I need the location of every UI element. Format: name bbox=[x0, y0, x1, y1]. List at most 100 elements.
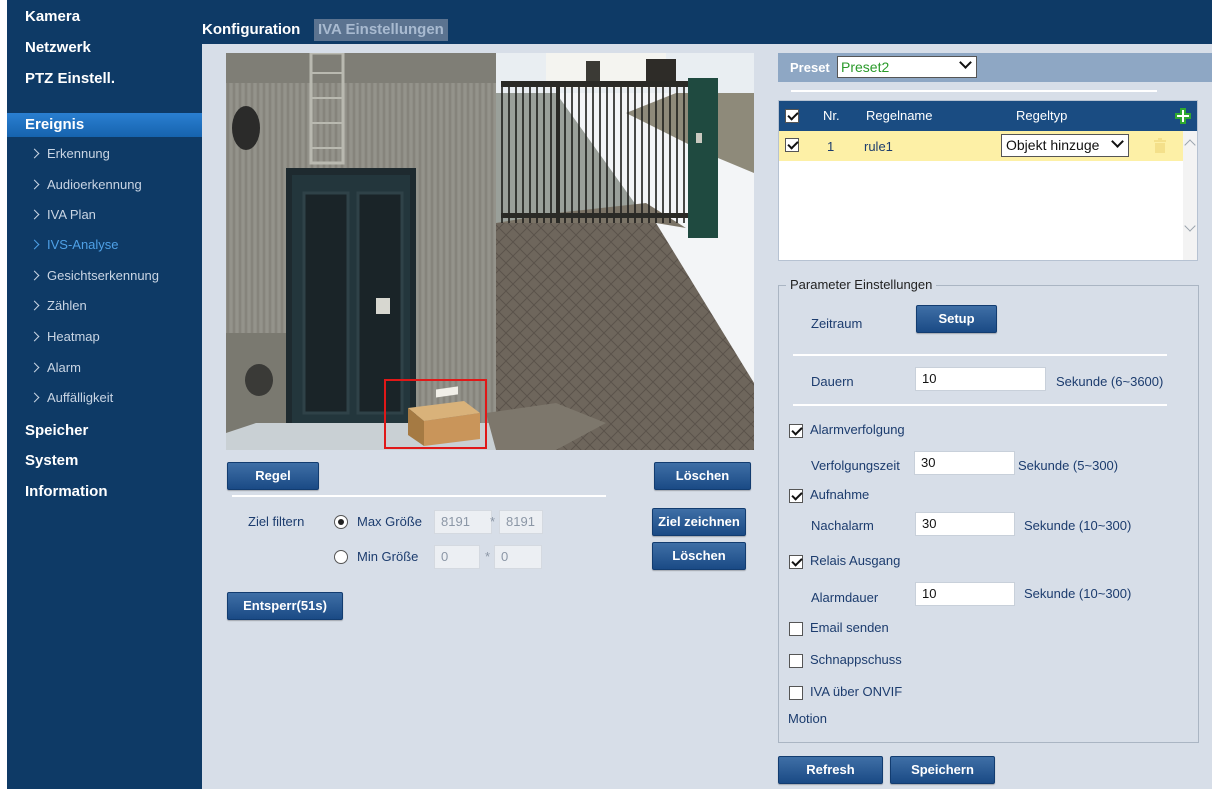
preset-select-value: Preset2 bbox=[841, 59, 890, 75]
sidebar-item-information[interactable]: Information bbox=[7, 477, 202, 507]
schnappschuss-checkbox[interactable] bbox=[789, 654, 803, 668]
alarmdauer-unit: Sekunde (10~300) bbox=[1024, 586, 1132, 601]
email-checkbox[interactable] bbox=[789, 622, 803, 636]
rule-table-header: Nr. Regelname Regeltyp bbox=[779, 101, 1197, 131]
max-width-input[interactable]: 8191 bbox=[434, 510, 492, 534]
sidebar-item-label: Ereignis bbox=[25, 116, 85, 133]
sidebar-item-system[interactable]: System bbox=[7, 446, 202, 476]
divider bbox=[791, 90, 1157, 92]
camera-view[interactable] bbox=[226, 53, 754, 450]
rule-table-scrollbar[interactable] bbox=[1183, 131, 1197, 260]
chevron-right-icon bbox=[29, 148, 40, 159]
max-height-input[interactable]: 8191 bbox=[499, 510, 543, 534]
alarmdauer-input[interactable]: 10 bbox=[915, 582, 1015, 606]
preset-label: Preset bbox=[790, 60, 830, 75]
chevron-right-icon bbox=[29, 209, 40, 220]
sidebar-item-ptz[interactable]: PTZ Einstell. bbox=[7, 64, 202, 94]
ziel-zeichnen-button[interactable]: Ziel zeichnen bbox=[652, 508, 746, 536]
alarmverfolgung-checkbox[interactable] bbox=[789, 424, 803, 438]
sidebar-item-netzwerk[interactable]: Netzwerk bbox=[7, 33, 202, 63]
sidebar-item-gesichtserkennung[interactable]: Gesichtserkennung bbox=[7, 263, 202, 289]
rule-checkbox[interactable] bbox=[785, 138, 799, 152]
scroll-up-icon[interactable] bbox=[1184, 139, 1196, 151]
sidebar-item-label: PTZ Einstell. bbox=[25, 70, 116, 87]
add-rule-icon[interactable] bbox=[1175, 108, 1191, 124]
verfolgungszeit-input[interactable]: 30 bbox=[914, 451, 1015, 475]
scroll-down-icon[interactable] bbox=[1184, 220, 1196, 232]
min-size-radio[interactable] bbox=[334, 550, 348, 564]
sidebar-item-label: IVA Plan bbox=[47, 207, 96, 222]
trash-icon[interactable] bbox=[1154, 138, 1166, 153]
camera-scene bbox=[226, 53, 754, 450]
ziel-filtern-label: Ziel filtern bbox=[248, 514, 305, 529]
preset-bar: Preset Preset2 bbox=[778, 53, 1212, 82]
sidebar-item-iva-plan[interactable]: IVA Plan bbox=[7, 202, 202, 228]
sidebar-nav: Kamera Netzwerk PTZ Einstell. Ereignis E… bbox=[7, 0, 202, 789]
refresh-button[interactable]: Refresh bbox=[778, 756, 883, 784]
select-all-checkbox[interactable] bbox=[785, 109, 799, 123]
sidebar-item-speicher[interactable]: Speicher bbox=[7, 416, 202, 446]
sidebar-item-zaehlen[interactable]: Zählen bbox=[7, 293, 202, 319]
sidebar-item-alarm[interactable]: Alarm bbox=[7, 355, 202, 381]
entsperr-button[interactable]: Entsperr(51s) bbox=[227, 592, 343, 620]
sidebar-item-ereignis[interactable]: Ereignis bbox=[7, 113, 202, 137]
sidebar-item-auffaelligkeit[interactable]: Auffälligkeit bbox=[7, 385, 202, 411]
regel-button[interactable]: Regel bbox=[227, 462, 319, 490]
tab-konfiguration[interactable]: Konfiguration bbox=[202, 19, 300, 41]
chevron-right-icon bbox=[29, 300, 40, 311]
alarmverfolgung-label: Alarmverfolgung bbox=[810, 422, 905, 437]
chevron-right-icon bbox=[29, 362, 40, 373]
nachalarm-unit: Sekunde (10~300) bbox=[1024, 518, 1132, 533]
sidebar-item-label: Heatmap bbox=[47, 329, 100, 344]
max-size-radio[interactable] bbox=[334, 515, 348, 529]
dauern-label: Dauern bbox=[811, 374, 854, 389]
sidebar-item-label: Gesichtserkennung bbox=[47, 268, 160, 283]
divider bbox=[793, 354, 1167, 356]
sidebar-item-label: Auffälligkeit bbox=[47, 390, 114, 405]
col-regeltyp: Regeltyp bbox=[1016, 108, 1068, 123]
sidebar-item-kamera[interactable]: Kamera bbox=[7, 2, 202, 32]
sidebar-item-erkennung[interactable]: Erkennung bbox=[7, 141, 202, 167]
rule-nr: 1 bbox=[827, 139, 835, 154]
parameter-legend: Parameter Einstellungen bbox=[786, 277, 937, 292]
verfolgungszeit-label: Verfolgungszeit bbox=[811, 458, 900, 473]
dauern-unit: Sekunde (6~3600) bbox=[1056, 374, 1164, 389]
sidebar-item-ivs-analyse[interactable]: IVS-Analyse bbox=[7, 232, 202, 258]
sidebar-item-label: Information bbox=[25, 483, 108, 500]
sidebar-item-label: System bbox=[25, 452, 79, 469]
sidebar-item-label: Speicher bbox=[25, 422, 89, 439]
divider bbox=[793, 404, 1167, 406]
col-regelname: Regelname bbox=[866, 108, 933, 123]
rule-table: Nr. Regelname Regeltyp 1 rule1 Objekt hi… bbox=[778, 100, 1198, 261]
preset-select[interactable]: Preset2 bbox=[837, 56, 977, 78]
sidebar-item-label: Erkennung bbox=[47, 146, 110, 161]
times-sign: * bbox=[485, 549, 491, 564]
min-height-input[interactable]: 0 bbox=[494, 545, 542, 569]
rule-type-select[interactable]: Objekt hinzuge bbox=[1001, 134, 1129, 157]
sidebar-item-label: Netzwerk bbox=[25, 39, 91, 56]
rule-name: rule1 bbox=[864, 139, 893, 154]
loeschen-filter-button[interactable]: Löschen bbox=[652, 542, 746, 570]
divider bbox=[232, 495, 606, 497]
sidebar-item-audioerkennung[interactable]: Audioerkennung bbox=[7, 172, 202, 198]
sidebar-item-label: Zählen bbox=[47, 298, 87, 313]
sidebar-item-label: Audioerkennung bbox=[47, 177, 142, 192]
nachalarm-input[interactable]: 30 bbox=[915, 512, 1015, 536]
setup-button[interactable]: Setup bbox=[916, 305, 997, 333]
chevron-down-icon bbox=[959, 56, 972, 69]
min-groesse-label: Min Größe bbox=[357, 549, 419, 564]
speichern-button[interactable]: Speichern bbox=[890, 756, 995, 784]
zeitraum-label: Zeitraum bbox=[811, 316, 863, 331]
tab-iva-einstellungen[interactable]: IVA Einstellungen bbox=[314, 19, 448, 41]
table-row[interactable]: 1 rule1 Objekt hinzuge bbox=[779, 131, 1183, 161]
chevron-right-icon bbox=[29, 331, 40, 342]
dauern-input[interactable]: 10 bbox=[915, 367, 1046, 391]
relais-checkbox[interactable] bbox=[789, 555, 803, 569]
onvif-label: IVA über ONVIF bbox=[810, 684, 903, 699]
aufnahme-checkbox[interactable] bbox=[789, 489, 803, 503]
onvif-checkbox[interactable] bbox=[789, 686, 803, 700]
min-width-input[interactable]: 0 bbox=[434, 545, 480, 569]
loeschen-button[interactable]: Löschen bbox=[654, 462, 751, 490]
chevron-down-icon bbox=[1111, 135, 1124, 148]
sidebar-item-heatmap[interactable]: Heatmap bbox=[7, 324, 202, 350]
